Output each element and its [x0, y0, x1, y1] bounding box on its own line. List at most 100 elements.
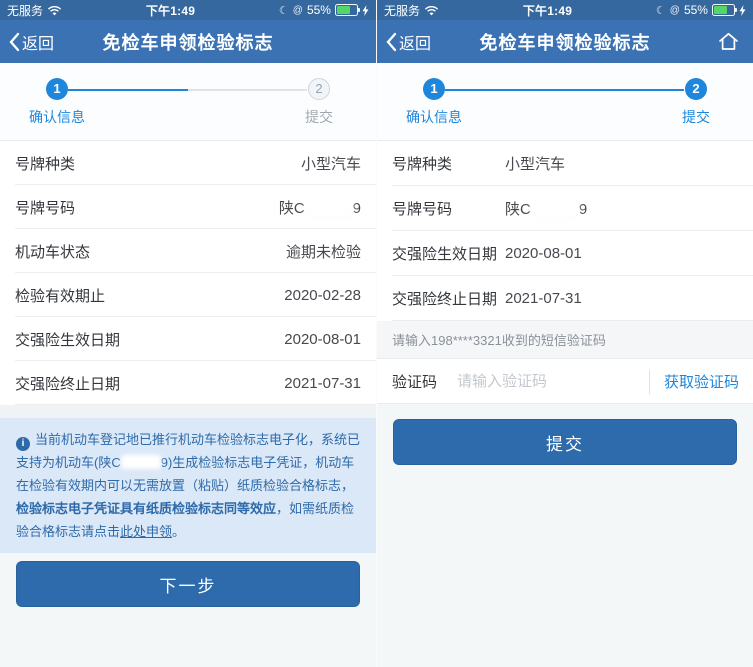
wifi-icon: [424, 5, 439, 16]
status-bar: 无服务 下午1:49 ☾ @ 55%: [377, 0, 753, 20]
row-value: 小型汽车: [505, 153, 565, 174]
info-icon: i: [16, 437, 30, 451]
page-title: 免检车申领检验标志: [103, 29, 274, 55]
redaction-blur: [532, 201, 578, 216]
next-step-button[interactable]: 下一步: [16, 561, 360, 607]
carrier-label: 无服务: [7, 2, 43, 19]
screen-submit: 无服务 下午1:49 ☾ @ 55% 返回 免检车申领检验标志: [377, 0, 753, 667]
row-value: 2020-08-01: [505, 245, 582, 262]
row-inspection-expiry: 检验有效期止 2020-02-28: [0, 273, 376, 317]
status-left: 无服务: [7, 2, 62, 19]
battery-percent-label: 55%: [307, 3, 331, 17]
do-not-disturb-icon: ☾: [279, 4, 289, 17]
battery-icon: [335, 4, 358, 16]
row-plate-number: 号牌号码 陕C 9: [377, 186, 753, 231]
status-left: 无服务: [384, 2, 439, 19]
get-code-button[interactable]: 获取验证码: [650, 371, 753, 392]
notice-text-4: 。: [172, 524, 185, 539]
vehicle-info-list: 号牌种类 小型汽车 号牌号码 陕C 9 交强险生效日期 2020-08-01 交强…: [377, 141, 753, 321]
row-value: 2020-02-28: [284, 287, 361, 304]
page-background: [377, 465, 753, 667]
chevron-left-icon: [385, 32, 397, 52]
row-insurance-end: 交强险终止日期 2021-07-31: [377, 276, 753, 321]
step-1-label: 确认信息: [29, 107, 85, 127]
step-line-active: [68, 89, 188, 91]
plate-prefix: 陕C: [279, 200, 305, 217]
vehicle-info-list: 号牌种类 小型汽车 号牌号码 陕C9 机动车状态 逾期未检验 检验有效期止 20…: [0, 141, 376, 405]
row-insurance-start: 交强险生效日期 2020-08-01: [0, 317, 376, 361]
step-2-label: 提交: [682, 107, 710, 127]
row-value: 陕C 9: [505, 198, 587, 219]
row-label: 交强险生效日期: [15, 329, 120, 350]
charging-bolt-icon: [362, 5, 369, 16]
back-button[interactable]: 返回: [385, 20, 431, 63]
step-1-circle: 1: [423, 78, 445, 100]
row-plate-type: 号牌种类 小型汽车: [0, 141, 376, 185]
do-not-disturb-icon: ☾: [656, 4, 666, 17]
row-plate-type: 号牌种类 小型汽车: [377, 141, 753, 186]
rotation-lock-icon: @: [293, 5, 303, 16]
step-1-label: 确认信息: [406, 107, 462, 127]
submit-button[interactable]: 提交: [393, 419, 737, 465]
home-icon: [717, 30, 740, 53]
row-label: 交强险终止日期: [15, 373, 120, 394]
nav-bar: 返回 免检车申领检验标志: [377, 20, 753, 63]
apply-here-link[interactable]: 此处申领: [120, 524, 172, 539]
clock-label: 下午1:49: [523, 2, 572, 19]
row-value: 小型汽车: [301, 153, 361, 174]
dual-screenshot-canvas: 无服务 下午1:49 ☾ @ 55% 返回 免检车申领检验标志: [0, 0, 753, 667]
section-gap: [0, 405, 376, 418]
row-value: 2020-08-01: [284, 331, 361, 348]
page-title: 免检车申领检验标志: [480, 29, 651, 55]
clock-label: 下午1:49: [146, 2, 195, 19]
nav-bar: 返回 免检车申领检验标志: [0, 20, 376, 63]
row-insurance-end: 交强险终止日期 2021-07-31: [0, 361, 376, 405]
row-insurance-start: 交强险生效日期 2020-08-01: [377, 231, 753, 276]
row-label: 号牌号码: [15, 197, 75, 218]
page-background: [0, 607, 376, 667]
status-bar: 无服务 下午1:49 ☾ @ 55%: [0, 0, 376, 20]
row-label: 交强险生效日期: [392, 243, 505, 264]
notice-bold-text: 检验标志电子凭证具有纸质检验标志同等效应: [16, 501, 276, 516]
redaction-blur: [122, 456, 160, 468]
row-value: 陕C9: [279, 197, 361, 218]
redaction-blur: [306, 200, 352, 215]
battery-percent-label: 55%: [684, 3, 708, 17]
battery-icon: [712, 4, 735, 16]
rotation-lock-icon: @: [670, 5, 680, 16]
back-label: 返回: [399, 30, 431, 54]
row-label: 检验有效期止: [15, 285, 105, 306]
verification-code-label: 验证码: [392, 371, 437, 392]
step-2-circle: 2: [308, 78, 330, 100]
verification-code-input[interactable]: [455, 372, 649, 391]
e-certificate-notice: i当前机动车登记地已推行机动车检验标志电子化，系统已支持为机动车(陕C9)生成检…: [0, 418, 376, 553]
wifi-icon: [47, 5, 62, 16]
row-value: 2021-07-31: [284, 375, 361, 392]
back-label: 返回: [22, 30, 54, 54]
home-button[interactable]: [717, 30, 740, 53]
plate-suffix: 9: [579, 201, 587, 218]
status-center: 下午1:49: [146, 2, 195, 19]
verification-code-row: 验证码 获取验证码: [377, 359, 753, 404]
chevron-left-icon: [8, 32, 20, 52]
row-label: 机动车状态: [15, 241, 90, 262]
screen-confirm-info: 无服务 下午1:49 ☾ @ 55% 返回 免检车申领检验标志: [0, 0, 376, 667]
back-button[interactable]: 返回: [8, 20, 54, 63]
status-center: 下午1:49: [523, 2, 572, 19]
step-line-idle: [188, 89, 307, 91]
row-plate-number: 号牌号码 陕C9: [0, 185, 376, 229]
row-label: 号牌号码: [392, 198, 505, 219]
row-vehicle-status: 机动车状态 逾期未检验: [0, 229, 376, 273]
status-right: ☾ @ 55%: [656, 3, 746, 17]
row-label: 号牌种类: [392, 153, 505, 174]
step-indicator: 1 2 确认信息 提交: [0, 63, 376, 141]
row-value: 2021-07-31: [505, 290, 582, 307]
status-right: ☾ @ 55%: [279, 3, 369, 17]
step-indicator: 1 2 确认信息 提交: [377, 63, 753, 141]
step-line-active: [445, 89, 684, 91]
step-2-label: 提交: [305, 107, 333, 127]
plate-prefix: 陕C: [505, 201, 531, 218]
step-2-circle: 2: [685, 78, 707, 100]
charging-bolt-icon: [739, 5, 746, 16]
carrier-label: 无服务: [384, 2, 420, 19]
